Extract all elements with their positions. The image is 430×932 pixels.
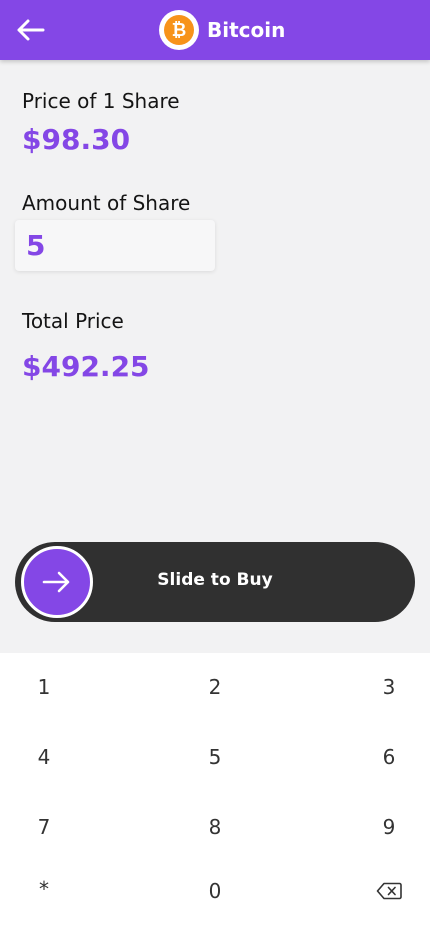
- backspace-icon: [376, 882, 402, 900]
- slider-handle[interactable]: [21, 546, 93, 618]
- key-0[interactable]: 0: [185, 869, 245, 913]
- amount-label: Amount of Share: [22, 191, 191, 215]
- total-value: $492.25: [22, 350, 150, 383]
- total-label: Total Price: [22, 309, 124, 333]
- app-header: ₿ Bitcoin: [0, 0, 430, 60]
- key-1[interactable]: 1: [14, 665, 74, 709]
- key-asterisk[interactable]: *: [14, 867, 74, 911]
- price-value: $98.30: [22, 123, 131, 156]
- header-title-group: ₿ Bitcoin: [159, 10, 285, 50]
- bitcoin-symbol: ₿: [164, 15, 194, 45]
- bitcoin-icon: ₿: [159, 10, 199, 50]
- amount-input[interactable]: [15, 220, 215, 271]
- price-label: Price of 1 Share: [22, 89, 180, 113]
- slide-to-buy[interactable]: Slide to Buy: [15, 542, 415, 622]
- key-7[interactable]: 7: [14, 805, 74, 849]
- page-title: Bitcoin: [207, 18, 286, 42]
- key-8[interactable]: 8: [185, 805, 245, 849]
- arrow-left-icon: [17, 19, 45, 41]
- arrow-right-icon: [42, 571, 70, 593]
- back-button[interactable]: [14, 15, 46, 45]
- key-4[interactable]: 4: [14, 735, 74, 779]
- key-6[interactable]: 6: [359, 735, 419, 779]
- key-9[interactable]: 9: [359, 805, 419, 849]
- key-5[interactable]: 5: [185, 735, 245, 779]
- backspace-key[interactable]: [359, 869, 419, 913]
- key-2[interactable]: 2: [185, 665, 245, 709]
- numeric-keypad: 1 2 3 4 5 6 7 8 9 * 0: [0, 653, 430, 932]
- key-3[interactable]: 3: [359, 665, 419, 709]
